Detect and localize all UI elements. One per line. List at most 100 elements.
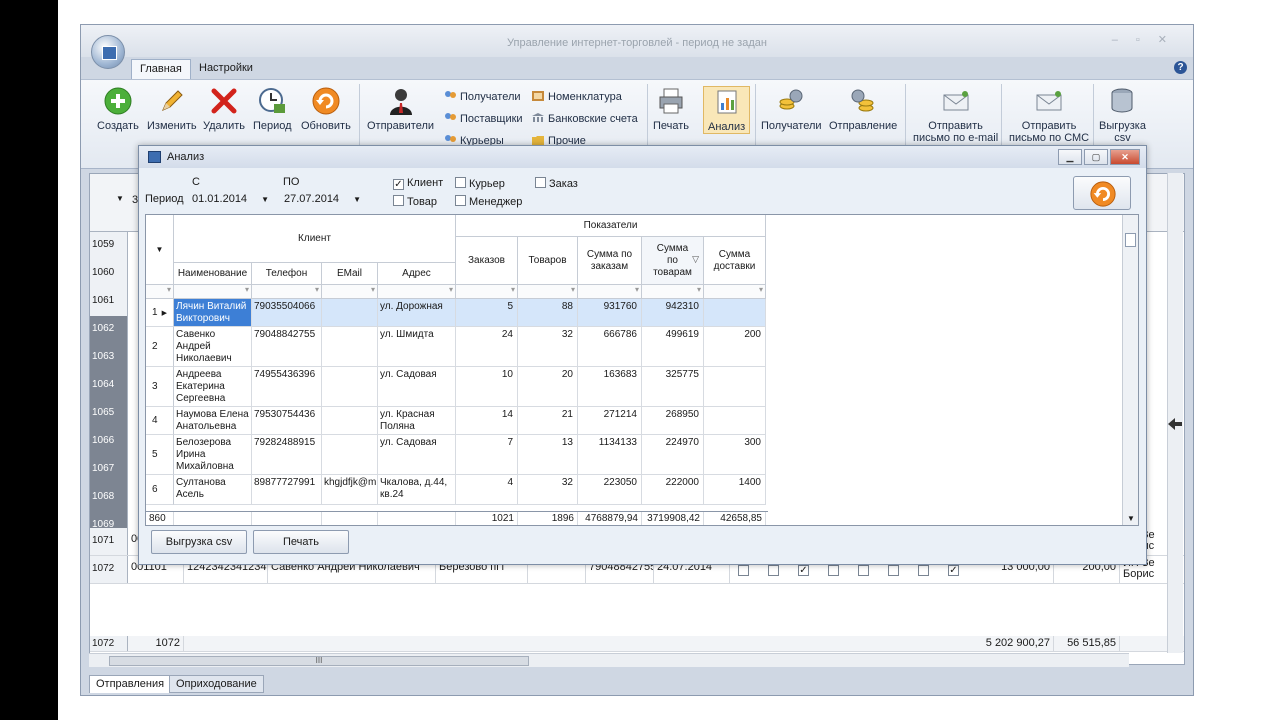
cell-address[interactable]: ул. Дорожная: [378, 299, 456, 327]
filter-cell[interactable]: [378, 285, 456, 299]
filter-cell[interactable]: [704, 285, 766, 299]
row-indicator[interactable]: 4: [146, 407, 174, 435]
to-date-picker[interactable]: 27.07.2014 ▼: [279, 190, 365, 208]
cell-delivery[interactable]: [704, 407, 766, 435]
cell-sum-orders[interactable]: 931760: [578, 299, 642, 327]
cell-orders[interactable]: 4: [456, 475, 518, 505]
cell-sum-goods[interactable]: 268950: [642, 407, 704, 435]
senders-button[interactable]: Отправители: [367, 86, 434, 132]
cell-address[interactable]: ул. Садовая: [378, 367, 456, 407]
minimize-button[interactable]: ▁: [1058, 149, 1082, 165]
edit-button[interactable]: Изменить: [147, 86, 197, 132]
dialog-refresh-button[interactable]: [1073, 176, 1131, 210]
arrow-left-icon[interactable]: [1167, 417, 1183, 431]
refresh-button[interactable]: Обновить: [301, 86, 351, 132]
close-button[interactable]: ✕: [1110, 149, 1140, 165]
cell-goods[interactable]: 21: [518, 407, 578, 435]
column-header-name[interactable]: Наименование: [174, 263, 252, 285]
row-indicator[interactable]: 5: [146, 435, 174, 475]
send-sms-button[interactable]: Отправить письмо по СМС: [1009, 86, 1089, 144]
row-number[interactable]: 1060: [90, 260, 128, 288]
scroll-thumb[interactable]: [1125, 233, 1136, 247]
tab-shipments[interactable]: Отправления: [89, 675, 172, 693]
cell-email[interactable]: [322, 407, 378, 435]
checkbox-product[interactable]: Товар: [393, 195, 437, 208]
column-header-phone[interactable]: Телефон: [252, 263, 322, 285]
checkbox-box[interactable]: [393, 195, 404, 206]
filter-cell[interactable]: [642, 285, 704, 299]
row-checkbox[interactable]: [918, 565, 929, 576]
checkbox-courier[interactable]: Курьер: [455, 177, 505, 190]
row-number[interactable]: 1066: [90, 428, 128, 456]
row-indicator[interactable]: 1 ▶: [146, 299, 174, 327]
cell-address[interactable]: ул. Шмидта: [378, 327, 456, 367]
tab-receipts[interactable]: Оприходование: [169, 675, 264, 693]
row-number[interactable]: 1068: [90, 484, 128, 512]
cell-phone[interactable]: 79035504066: [252, 299, 322, 327]
cell-name[interactable]: Султанова Асель: [174, 475, 252, 505]
recipients-small-button[interactable]: Получатели: [443, 90, 521, 103]
row-number[interactable]: 1059: [90, 232, 128, 260]
row-checkbox[interactable]: ✓: [948, 565, 959, 576]
analysis-grid[interactable]: ▼ Клиент Показатели Наименование Телефон…: [145, 214, 1139, 526]
row-checkbox[interactable]: [768, 565, 779, 576]
cell-sum-orders[interactable]: 163683: [578, 367, 642, 407]
print-dialog-button[interactable]: Печать: [253, 530, 349, 554]
cell-goods[interactable]: 32: [518, 327, 578, 367]
create-button[interactable]: Создать: [97, 86, 139, 132]
row-checkbox[interactable]: [888, 565, 899, 576]
tab-main[interactable]: Главная: [131, 59, 191, 79]
cell-address[interactable]: ул. Садовая: [378, 435, 456, 475]
row-number[interactable]: 1064: [90, 372, 128, 400]
row-checkbox[interactable]: [738, 565, 749, 576]
maximize-button[interactable]: ▢: [1084, 149, 1108, 165]
recipients-button[interactable]: Получатели: [761, 86, 822, 132]
cell-goods[interactable]: 20: [518, 367, 578, 407]
cell-email[interactable]: [322, 435, 378, 475]
cell-orders[interactable]: 24: [456, 327, 518, 367]
checkbox-manager[interactable]: Менеджер: [455, 195, 522, 208]
column-header-delivery[interactable]: Сумма доставки: [704, 237, 766, 285]
cell-delivery[interactable]: 200: [704, 327, 766, 367]
column-header-sum-goods[interactable]: Сумма по товарам ▽: [642, 237, 704, 285]
cell-sum-orders[interactable]: 223050: [578, 475, 642, 505]
table-row[interactable]: 2 Савенко Андрей Николаевич 79048842755 ул.…: [146, 327, 766, 367]
cell-orders[interactable]: 14: [456, 407, 518, 435]
export-csv-dialog-button[interactable]: Выгрузка csv: [151, 530, 247, 554]
row-checkbox[interactable]: [828, 565, 839, 576]
delete-button[interactable]: Удалить: [203, 86, 245, 132]
column-header-email[interactable]: EMail: [322, 263, 378, 285]
column-header-sum-orders[interactable]: Сумма по заказам: [578, 237, 642, 285]
cell-delivery[interactable]: 1400: [704, 475, 766, 505]
column-header-orders[interactable]: Заказов: [456, 237, 518, 285]
cell-orders[interactable]: 5: [456, 299, 518, 327]
filter-cell[interactable]: [518, 285, 578, 299]
row-number[interactable]: 1067: [90, 456, 128, 484]
cell-sum-goods[interactable]: 942310: [642, 299, 704, 327]
row-indicator[interactable]: 3: [146, 367, 174, 407]
checkbox-client[interactable]: ✓ Клиент: [393, 177, 443, 190]
row-checkbox[interactable]: [858, 565, 869, 576]
send-email-button[interactable]: Отправить письмо по e-mail: [913, 86, 998, 144]
export-csv-button[interactable]: Выгрузка csv: [1099, 86, 1146, 144]
cell-address[interactable]: ул. Красная Поляна: [378, 407, 456, 435]
column-header-address[interactable]: Адрес: [378, 263, 456, 285]
cell-phone[interactable]: 89877727991: [252, 475, 322, 505]
cell-phone[interactable]: 79048842755: [252, 327, 322, 367]
cell-delivery[interactable]: [704, 367, 766, 407]
chevron-down-icon[interactable]: ▼: [116, 194, 124, 203]
checkbox-box[interactable]: [455, 195, 466, 206]
table-row[interactable]: 3 Андреева Екатерина Сергеевна 74955436396…: [146, 367, 766, 407]
cell-email[interactable]: [322, 327, 378, 367]
row-indicator[interactable]: 2: [146, 327, 174, 367]
tab-settings[interactable]: Настройки: [191, 59, 261, 79]
row-checkbox[interactable]: ✓: [798, 565, 809, 576]
cell-sum-orders[interactable]: 666786: [578, 327, 642, 367]
filter-cell[interactable]: [174, 285, 252, 299]
cell-sum-goods[interactable]: 499619: [642, 327, 704, 367]
shipment-button[interactable]: Отправление: [829, 86, 897, 132]
filter-icon[interactable]: ▽: [692, 253, 699, 265]
checkbox-box[interactable]: [535, 177, 546, 188]
row-number[interactable]: 1065: [90, 400, 128, 428]
print-button[interactable]: Печать: [653, 86, 689, 132]
